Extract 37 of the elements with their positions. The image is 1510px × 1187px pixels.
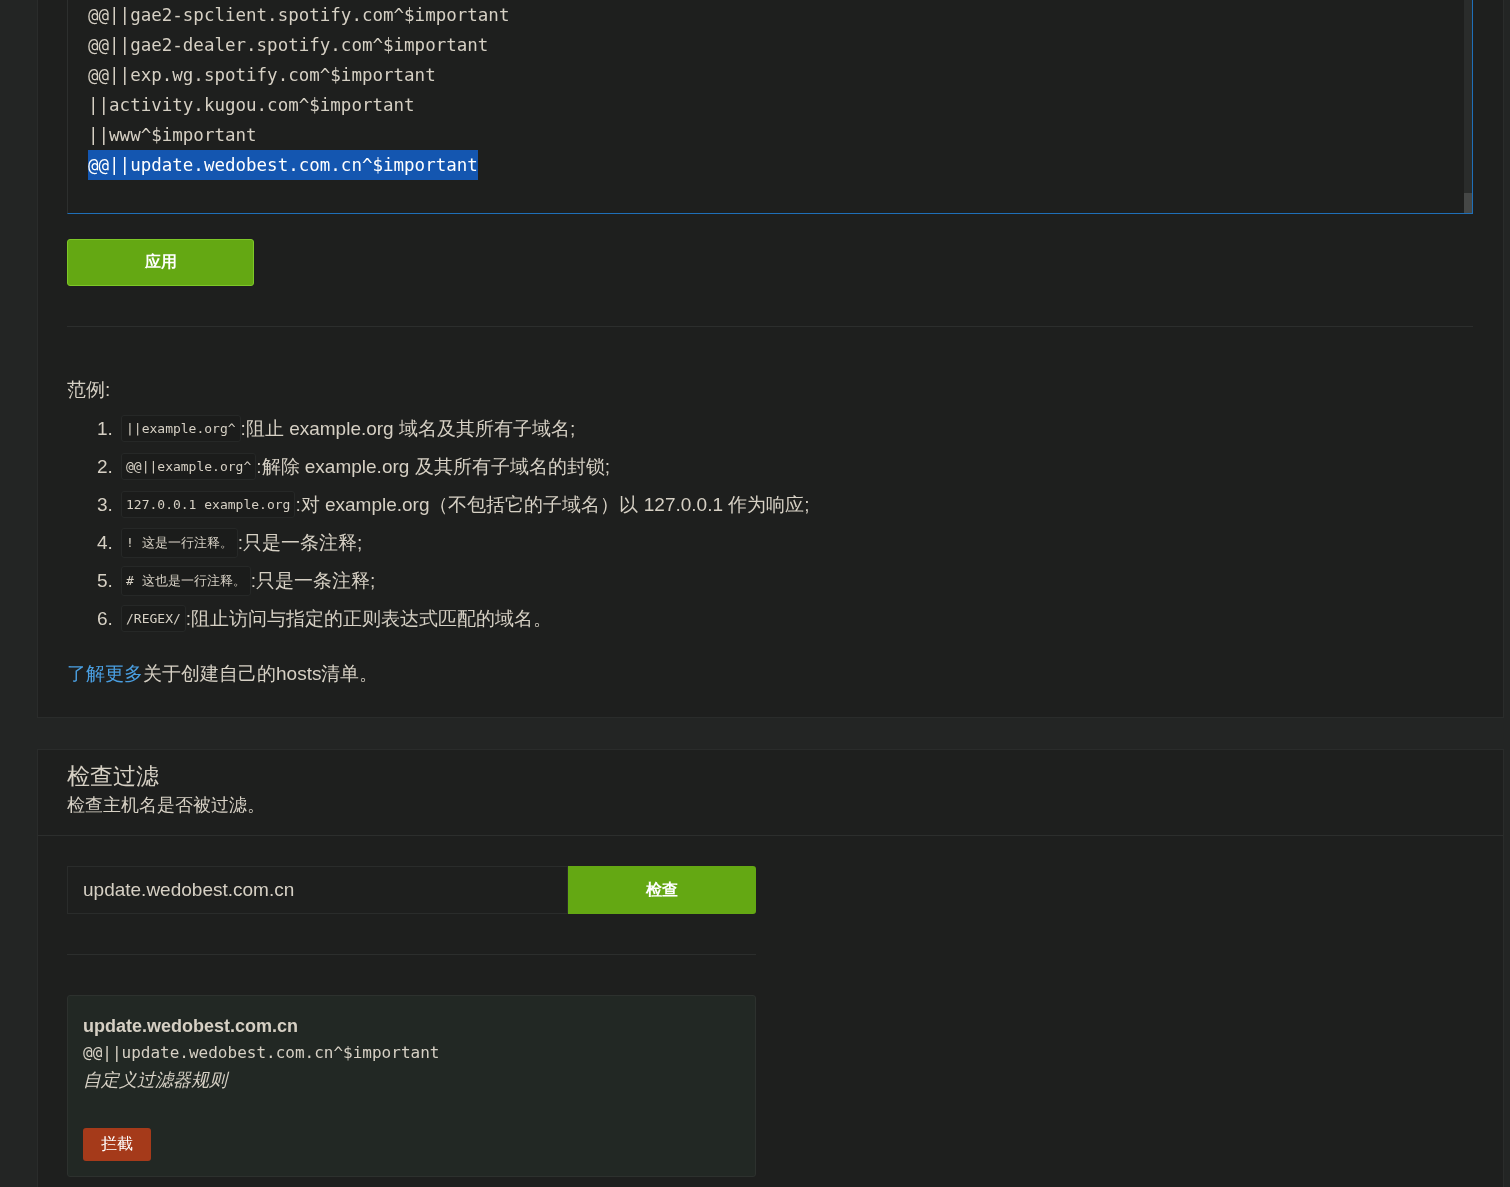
example-description: :只是一条注释; bbox=[237, 530, 363, 555]
rule-line: @@||gae2-dealer.spotify.com^$important bbox=[88, 34, 489, 57]
result-hostname: update.wedobest.com.cn bbox=[83, 1015, 299, 1038]
rule-source: 自定义过滤器规则 bbox=[83, 1069, 227, 1092]
list-number: 5. bbox=[97, 569, 114, 592]
matched-rule: @@||update.wedobest.com.cn^$important bbox=[83, 1042, 440, 1064]
apply-button[interactable]: 应用 bbox=[67, 239, 254, 286]
example-description: :阻止访问与指定的正则表达式匹配的域名。 bbox=[185, 606, 553, 631]
code-snippet: ||example.org^ bbox=[121, 415, 241, 442]
list-number: 4. bbox=[97, 531, 114, 554]
rule-line: ||activity.kugou.com^$important bbox=[88, 94, 415, 117]
code-snippet: @@||example.org^ bbox=[121, 453, 257, 480]
status-badge: 拦截 bbox=[83, 1128, 151, 1161]
list-number: 6. bbox=[97, 607, 114, 630]
code-snippet: /REGEX/ bbox=[121, 605, 186, 632]
rule-line: @@||gae2-spclient.spotify.com^$important bbox=[88, 4, 510, 27]
learn-more-link[interactable]: 了解更多 bbox=[67, 663, 143, 684]
section-title: 检查过滤 bbox=[67, 762, 160, 791]
example-description: :解除 example.org 及其所有子域名的封锁; bbox=[256, 454, 610, 479]
code-snippet: ! 这是一行注释。 bbox=[121, 527, 238, 558]
rule-line: ||www^$important bbox=[88, 124, 257, 147]
check-button[interactable]: 检查 bbox=[568, 866, 756, 914]
rule-line: @@||exp.wg.spotify.com^$important bbox=[88, 64, 436, 87]
code-snippet: 127.0.0.1 example.org bbox=[121, 491, 296, 518]
section-subtitle: 检查主机名是否被过滤。 bbox=[67, 794, 266, 817]
example-description: :对 example.org（不包括它的子域名）以 127.0.0.1 作为响应; bbox=[295, 492, 810, 517]
list-number: 2. bbox=[97, 455, 114, 478]
examples-heading: 范例: bbox=[67, 378, 112, 402]
scrollbar[interactable] bbox=[1464, 0, 1472, 213]
hostname-input[interactable]: update.wedobest.com.cn bbox=[67, 866, 568, 914]
code-snippet: # 这也是一行注释。 bbox=[121, 565, 251, 596]
example-description: :只是一条注释; bbox=[250, 568, 376, 593]
list-number: 1. bbox=[97, 417, 114, 440]
rules-editor[interactable]: @@||gae2-spclient.spotify.com^$important @@||gae2-dealer.spotify.com^$important @@||exp.wg.spotify.com^$important ||activity.kugou.com^$important ||www^$important @@||update.wedobest.com.cn^$important bbox=[67, 0, 1473, 214]
list-number: 3. bbox=[97, 493, 114, 516]
example-description: :阻止 example.org 域名及其所有子域名; bbox=[240, 416, 576, 441]
learn-more-text: 了解更多关于创建自己的hosts清单。 bbox=[67, 662, 380, 686]
